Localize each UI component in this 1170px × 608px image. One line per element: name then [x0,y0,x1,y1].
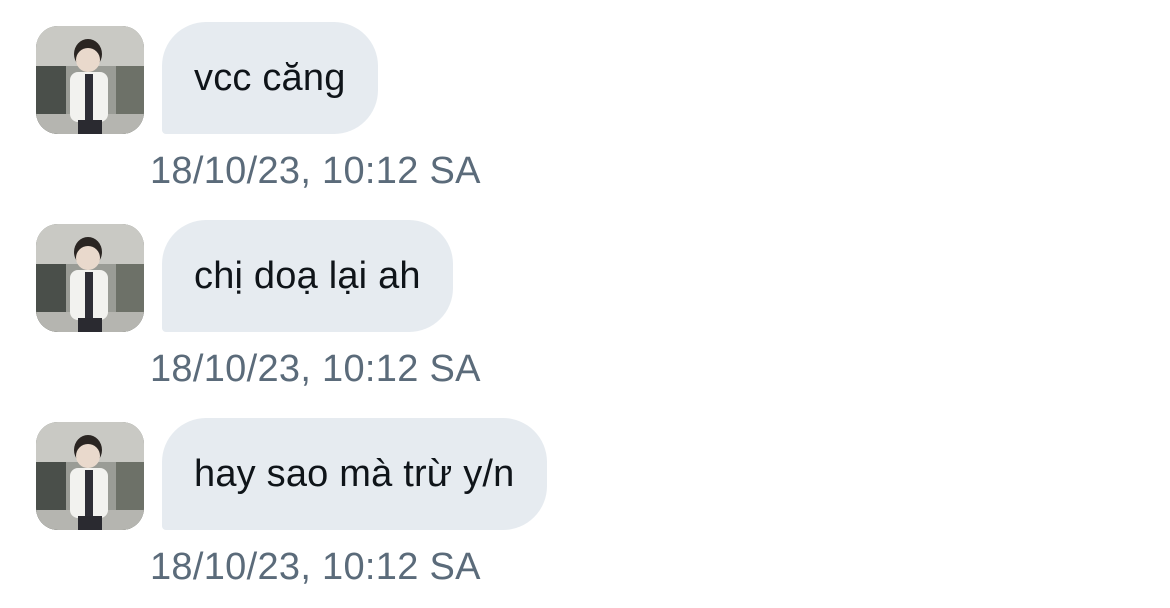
message-timestamp: 18/10/23, 10:12 SA [150,546,481,588]
user-avatar[interactable] [36,422,144,530]
message-text: chị doạ lại ah [194,254,421,297]
message-thread: vcc căng 18/10/23, 10:12 SA chị doạ lại … [0,0,1170,590]
avatar-photo-icon [36,224,144,332]
user-avatar[interactable] [36,26,144,134]
message-row: chị doạ lại ah 18/10/23, 10:12 SA [0,220,1170,410]
message-timestamp: 18/10/23, 10:12 SA [150,150,481,192]
user-avatar[interactable] [36,224,144,332]
message-bubble[interactable]: hay sao mà trừ y/n [162,418,547,530]
avatar-photo-icon [36,26,144,134]
message-text: hay sao mà trừ y/n [194,452,515,495]
message-timestamp: 18/10/23, 10:12 SA [150,348,481,390]
avatar-photo-icon [36,422,144,530]
message-row: hay sao mà trừ y/n 18/10/23, 10:12 SA [0,418,1170,608]
message-text: vcc căng [194,56,346,99]
message-row: vcc căng 18/10/23, 10:12 SA [0,22,1170,212]
message-bubble[interactable]: vcc căng [162,22,378,134]
message-bubble[interactable]: chị doạ lại ah [162,220,453,332]
